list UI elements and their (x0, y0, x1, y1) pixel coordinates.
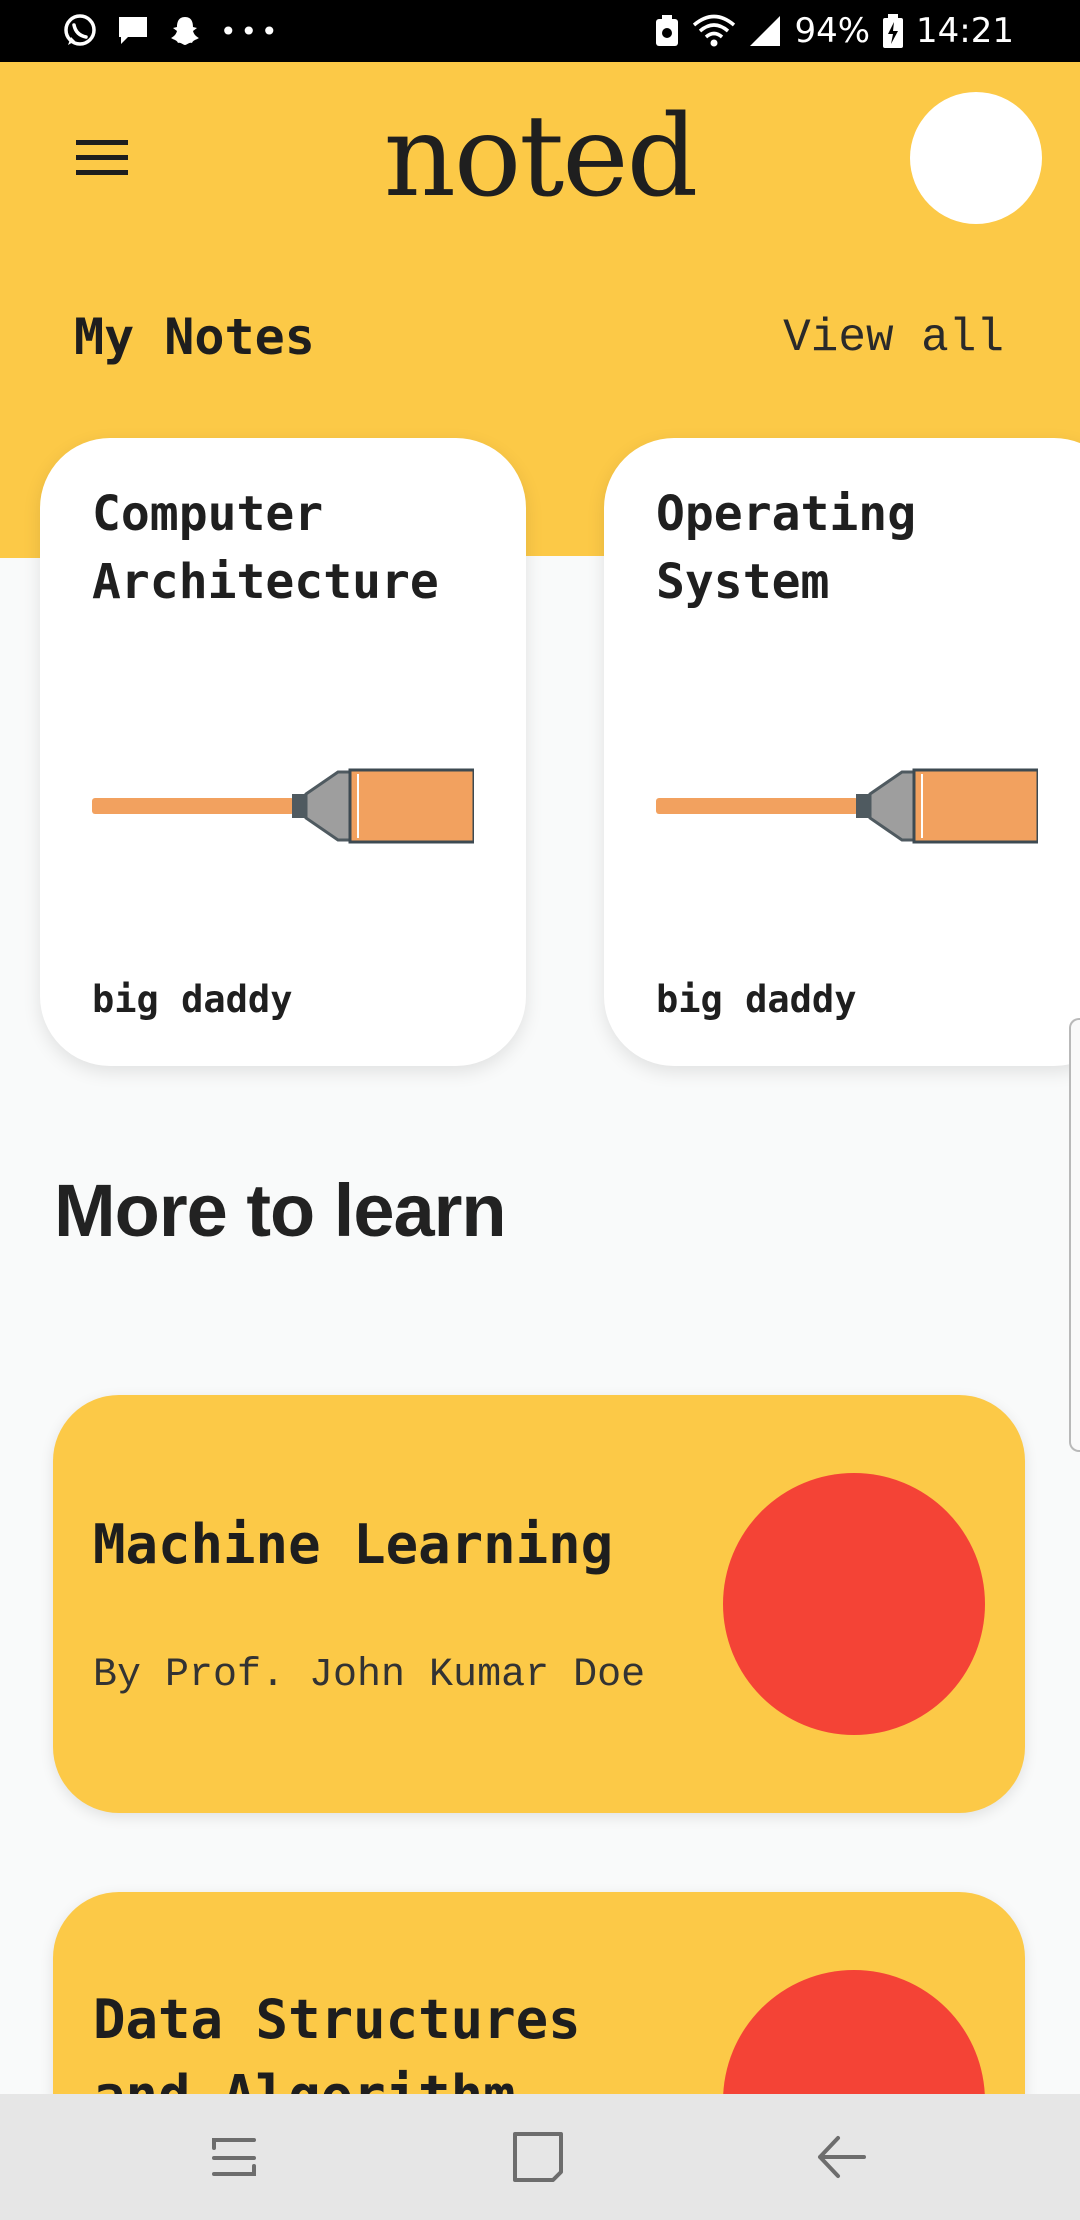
battery-saver-icon (656, 15, 679, 46)
snapchat-icon (171, 17, 199, 45)
recent-apps-icon[interactable] (202, 2124, 268, 2190)
edge-panel-handle[interactable] (1069, 1018, 1080, 1452)
back-icon[interactable] (808, 2124, 874, 2190)
note-card-title: Operating System (656, 486, 917, 610)
message-icon (119, 17, 147, 44)
note-card-computer-architecture[interactable]: Computer Architecture big daddy (40, 438, 526, 1066)
notification-icons: ••• (62, 12, 282, 50)
wifi-icon (693, 14, 736, 47)
course-card-machine-learning[interactable]: Machine Learning By Prof. John Kumar Doe (53, 1395, 1025, 1813)
battery-percent: 94% (794, 11, 871, 51)
clock: 14:21 (916, 11, 1014, 51)
note-card-author: big daddy (92, 978, 293, 1021)
my-notes-title: My Notes (74, 308, 315, 366)
my-notes-header: My Notes View all (74, 308, 1004, 378)
course-instructor: By Prof. John Kumar Doe (93, 1653, 646, 1698)
more-dots-icon: ••• (220, 14, 282, 48)
avatar[interactable] (910, 92, 1042, 224)
highlighter-icon (656, 768, 1038, 844)
highlighter-icon (92, 768, 474, 844)
more-to-learn-title: More to learn (54, 1169, 507, 1252)
whatsapp-icon (64, 14, 96, 46)
view-all-link[interactable]: View all (783, 312, 1004, 364)
battery-charging-icon (883, 14, 904, 48)
note-card-author: big daddy (656, 978, 857, 1021)
course-title: Machine Learning (93, 1513, 614, 1576)
note-card-title: Computer Architecture (92, 486, 439, 610)
system-status: 94% 14:21 (654, 0, 1014, 62)
status-bar: ••• 94% 14:21 (0, 0, 1080, 62)
course-badge-circle (723, 1473, 985, 1735)
note-card-operating-system[interactable]: Operating System big daddy (604, 438, 1080, 1066)
signal-icon (750, 16, 781, 46)
navigation-bar (0, 2094, 1080, 2220)
home-icon[interactable] (505, 2124, 571, 2190)
